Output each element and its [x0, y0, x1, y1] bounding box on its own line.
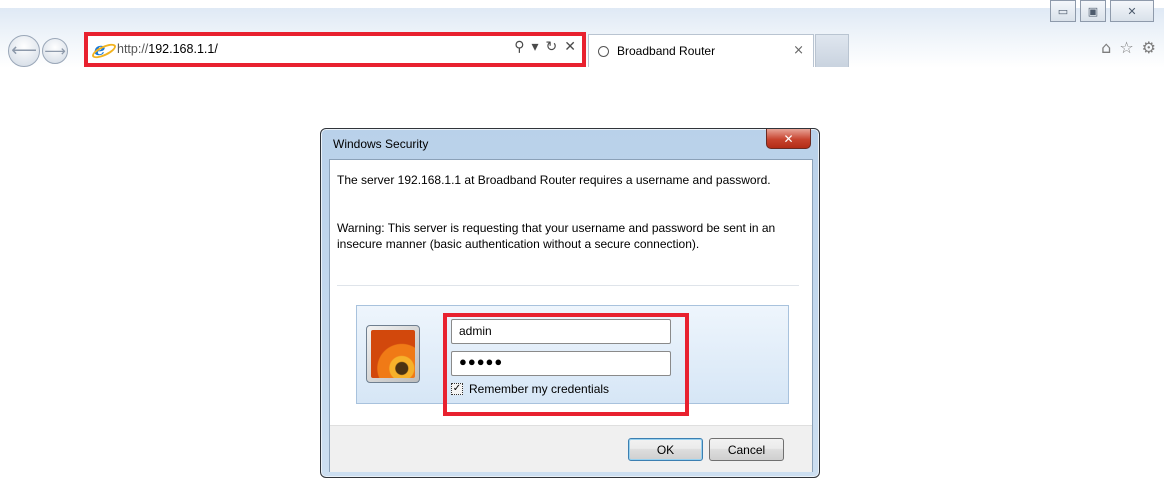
- dropdown-icon[interactable]: ▾: [532, 39, 539, 55]
- close-icon: ✕: [783, 131, 794, 146]
- home-icon[interactable]: ⌂: [1101, 38, 1111, 57]
- close-icon: ✕: [1127, 4, 1137, 18]
- favorites-star-icon[interactable]: ☆: [1119, 38, 1133, 57]
- server-message: The server 192.168.1.1 at Broadband Rout…: [337, 173, 771, 187]
- username-field[interactable]: admin: [451, 319, 671, 344]
- forward-button[interactable]: ⟶: [42, 38, 68, 64]
- dialog-footer: OK Cancel: [330, 425, 812, 472]
- url-scheme: http://: [117, 42, 149, 56]
- command-icons: ⌂ ☆ ⚙: [1101, 38, 1156, 57]
- dialog-close-button[interactable]: ✕: [766, 129, 811, 149]
- refresh-icon[interactable]: ↻: [546, 39, 558, 55]
- cancel-button[interactable]: Cancel: [709, 438, 784, 461]
- stop-icon[interactable]: ✕: [564, 39, 576, 55]
- search-icon[interactable]: ⚲: [514, 39, 524, 55]
- password-field[interactable]: ●●●●●: [451, 351, 671, 376]
- browser-window: ▭ ▣ ✕ ⟵ ⟶ e http://192.168.1.1/ ⚲ ▾ ↻ ✕ …: [0, 0, 1164, 481]
- maximize-icon: ▣: [1087, 4, 1099, 18]
- new-tab-button[interactable]: [815, 34, 849, 67]
- dialog-title: Windows Security: [333, 137, 429, 151]
- tab-title: Broadband Router: [617, 44, 716, 58]
- back-button[interactable]: ⟵: [8, 35, 40, 67]
- forward-arrow-icon: ⟶: [44, 41, 66, 60]
- browser-chrome: ▭ ▣ ✕ ⟵ ⟶ e http://192.168.1.1/ ⚲ ▾ ↻ ✕ …: [0, 0, 1164, 70]
- back-arrow-icon: ⟵: [11, 40, 37, 61]
- address-url[interactable]: http://192.168.1.1/: [117, 42, 218, 56]
- security-warning: Warning: This server is requesting that …: [337, 221, 776, 251]
- divider: [337, 285, 799, 286]
- remember-checkbox[interactable]: ✓: [451, 383, 463, 395]
- window-maximize-button[interactable]: ▣: [1080, 0, 1106, 22]
- tab-broadband-router[interactable]: Broadband Router ×: [588, 34, 814, 67]
- window-minimize-button[interactable]: ▭: [1050, 0, 1076, 22]
- url-host: 192.168.1.1/: [148, 42, 218, 56]
- windows-security-dialog: Windows Security ✕ The server 192.168.1.…: [320, 128, 820, 478]
- tab-close-icon[interactable]: ×: [793, 43, 804, 58]
- window-close-button[interactable]: ✕: [1110, 0, 1154, 22]
- ie-site-icon: e: [94, 41, 111, 59]
- tools-gear-icon[interactable]: ⚙: [1142, 38, 1156, 57]
- remember-label: Remember my credentials: [469, 382, 610, 396]
- remember-credentials[interactable]: ✓ Remember my credentials: [451, 382, 609, 396]
- address-tools: ⚲ ▾ ↻ ✕: [514, 39, 576, 55]
- address-bar[interactable]: e http://192.168.1.1/ ⚲ ▾ ↻ ✕: [84, 32, 586, 67]
- user-avatar-tile: [366, 325, 420, 383]
- minimize-icon: ▭: [1057, 4, 1069, 18]
- dialog-body: The server 192.168.1.1 at Broadband Rout…: [329, 159, 813, 472]
- flower-avatar-icon: [371, 330, 415, 378]
- loading-icon: [598, 46, 609, 57]
- ok-button[interactable]: OK: [628, 438, 703, 461]
